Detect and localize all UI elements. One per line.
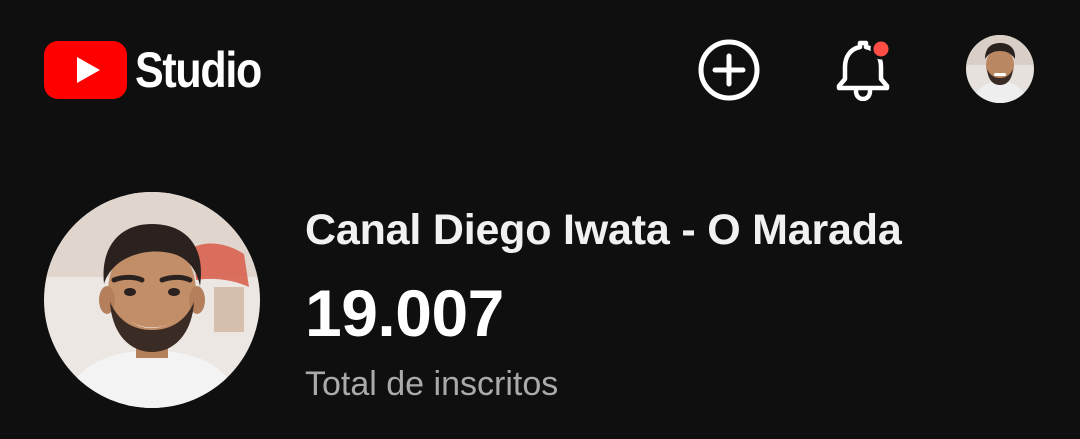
youtube-play-icon	[44, 41, 127, 99]
channel-name: Canal Diego Iwata - O Marada	[305, 206, 902, 254]
create-button[interactable]	[697, 38, 761, 102]
plus-circle-icon	[698, 39, 760, 101]
notifications-button[interactable]	[832, 37, 894, 101]
account-avatar	[966, 35, 1034, 103]
youtube-studio-logo[interactable]: Studio	[44, 40, 282, 100]
top-app-bar: Studio	[0, 0, 1080, 140]
subscriber-count-label: Total de inscritos	[305, 365, 559, 403]
account-avatar-button[interactable]	[966, 35, 1034, 103]
unread-dot	[870, 38, 892, 60]
channel-avatar-photo	[44, 192, 260, 408]
bell-icon	[836, 38, 892, 101]
channel-avatar	[44, 192, 260, 408]
subscriber-count: 19.007	[305, 276, 504, 350]
app-title: Studio	[135, 42, 262, 98]
